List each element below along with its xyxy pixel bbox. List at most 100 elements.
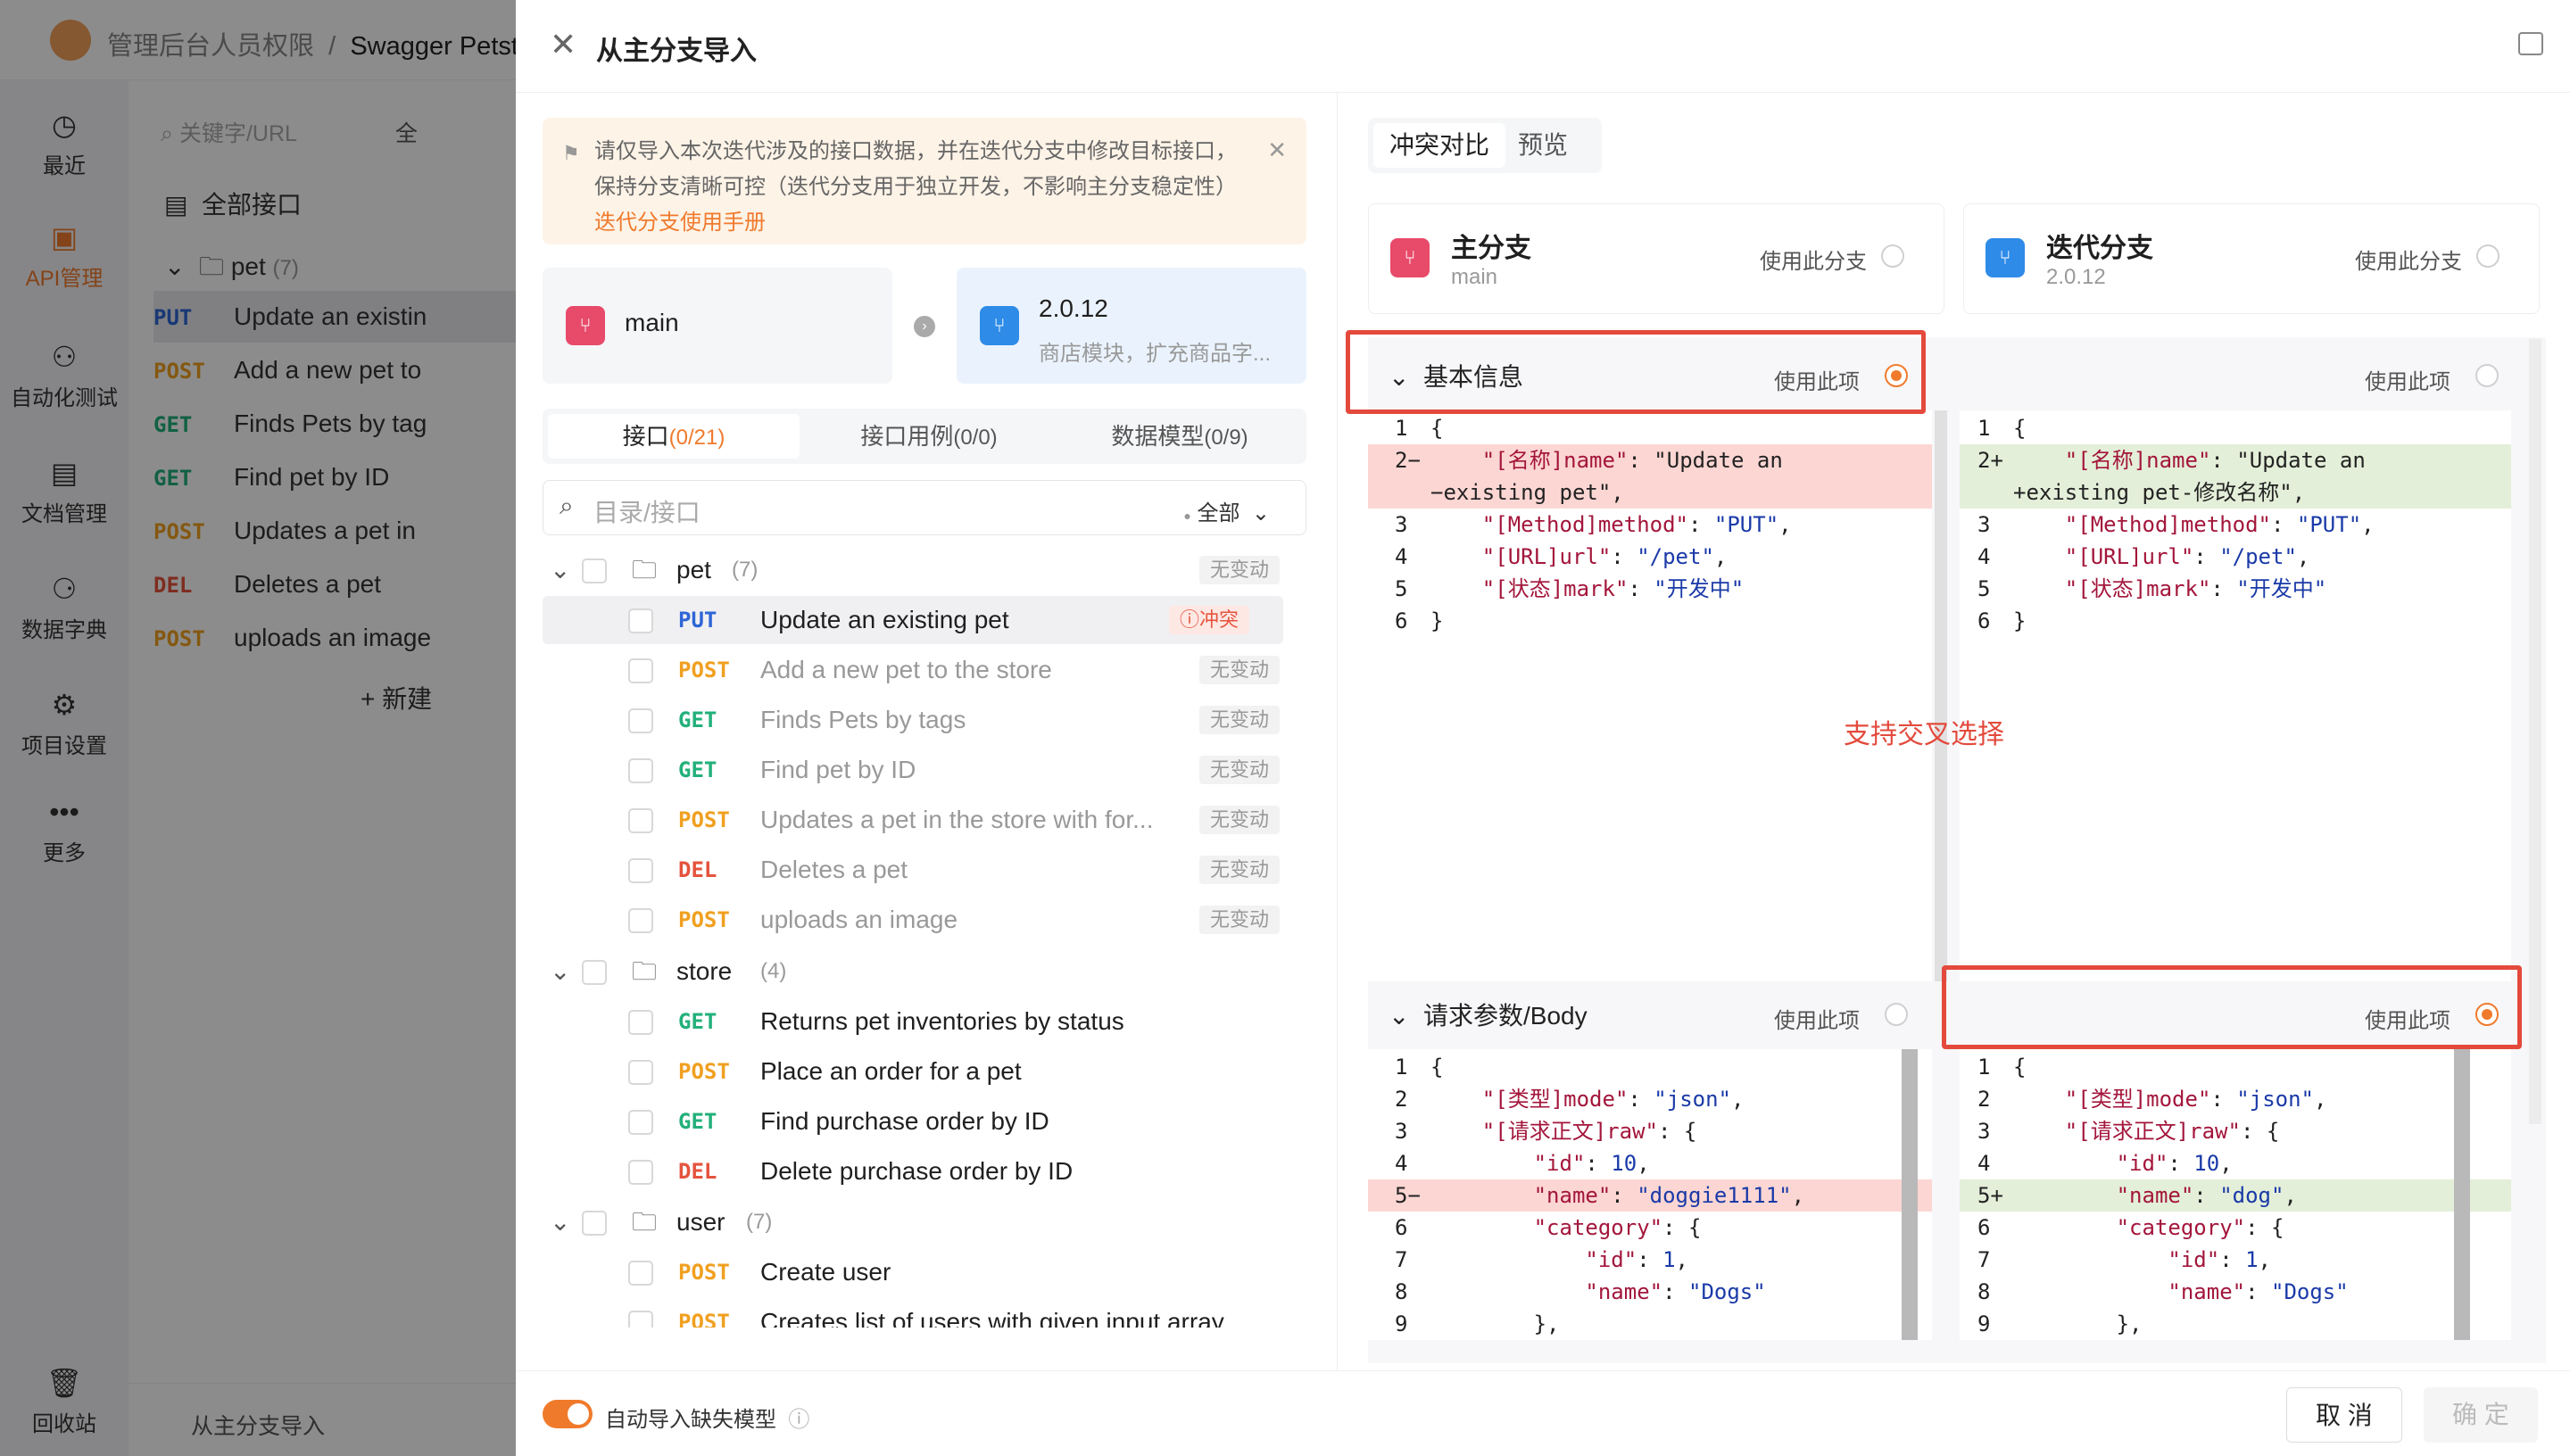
api-checkbox[interactable] <box>628 1060 653 1085</box>
api-checkbox[interactable] <box>628 908 653 933</box>
status-badge: ⓘ冲突 <box>1168 606 1249 634</box>
tree-search-placeholder: 目录/接口 <box>593 499 701 526</box>
line-number: 6 <box>1395 608 1408 633</box>
target-branch[interactable]: ⑂ 2.0.12 商店模块，扩充商品字... <box>957 268 1306 384</box>
folder-user[interactable]: ⌄ 🗀 user (7) <box>543 1198 1306 1246</box>
api-name: Create user <box>760 1258 891 1286</box>
left-scrollbar[interactable] <box>1935 410 1947 981</box>
line-number: 9 <box>1395 1311 1408 1336</box>
main-branch-title: 主分支 <box>1451 234 1531 263</box>
tree-api-row[interactable]: DEL Deletes a pet 无变动 <box>543 846 1306 894</box>
import-tabs: 接口(0/21) 接口用例(0/0) 数据模型(0/9) <box>543 409 1306 464</box>
status-badge: 无变动 <box>1198 906 1280 934</box>
tree-api-row[interactable]: DEL Delete purchase order by ID <box>543 1147 1306 1195</box>
tab-cases-label: 接口用例 <box>860 423 954 450</box>
tree-api-row[interactable]: POST Creates list of users with given inp… <box>543 1298 1306 1328</box>
method-badge: POST <box>678 1260 730 1285</box>
basic-left-code: 1 {2− "[名称]name": "Update an −existing pet… <box>1368 410 1932 981</box>
folder-checkbox[interactable] <box>582 960 607 985</box>
close-icon[interactable]: ✕ <box>550 29 576 61</box>
merge-icon: ⑂ <box>1390 238 1430 277</box>
source-branch-name: main <box>625 309 679 336</box>
tree-api-row[interactable]: POST uploads an image 无变动 <box>543 896 1306 944</box>
folder-pet[interactable]: ⌄ 🗀 pet (7) 无变动 <box>543 546 1306 594</box>
tab-cases-count: (0/0) <box>953 426 998 450</box>
body-left-code: 1 {2 "[类型]mode": "json", 3 "[请求正文]raw": {4… <box>1368 1049 1932 1340</box>
line-number: 1 <box>1395 1055 1408 1080</box>
api-checkbox[interactable] <box>628 658 653 683</box>
tab-preview[interactable]: 预览 <box>1502 123 1584 168</box>
body-left-scrollbar[interactable] <box>1902 1049 1918 1340</box>
api-checkbox[interactable] <box>628 608 653 633</box>
code-line: { <box>1430 1055 1444 1080</box>
code-line: } <box>1430 608 1444 633</box>
code-line: "[Method]method": "PUT", <box>2064 512 2375 537</box>
tree-api-row[interactable]: POST Create user <box>543 1248 1306 1296</box>
use-main-branch-radio[interactable] <box>1881 244 1904 268</box>
right-scrollbar[interactable] <box>2529 339 2541 1124</box>
use-main-branch-label: 使用此分支 <box>1760 250 1867 274</box>
use-iter-branch-radio[interactable] <box>2476 244 2500 268</box>
tab-models[interactable]: 数据模型(0/9) <box>1058 414 1301 459</box>
tab-apis-label: 接口 <box>622 423 669 450</box>
tree-search[interactable]: ⌕ 目录/接口 ● 全部 ⌄ <box>543 480 1306 535</box>
api-checkbox[interactable] <box>628 1010 653 1035</box>
tab-models-label: 数据模型 <box>1111 423 1205 450</box>
api-checkbox[interactable] <box>628 858 653 883</box>
api-checkbox[interactable] <box>628 1160 653 1185</box>
cancel-button[interactable]: 取 消 <box>2286 1387 2402 1443</box>
notice-banner: ⚑ 请仅导入本次迭代涉及的接口数据，并在迭代分支中修改目标接口，保持分支清晰可控… <box>543 118 1306 244</box>
method-badge: POST <box>678 907 730 932</box>
tree-api-row[interactable]: GET Finds Pets by tags 无变动 <box>543 696 1306 744</box>
help-icon[interactable]: ⓘ <box>788 1408 809 1432</box>
api-checkbox[interactable] <box>628 808 653 833</box>
confirm-button[interactable]: 确 定 <box>2424 1387 2538 1443</box>
method-badge: GET <box>678 1109 717 1134</box>
tree-api-row[interactable]: GET Returns pet inventories by status <box>543 997 1306 1046</box>
auto-import-label: 自动导入缺失模型 ⓘ <box>605 1402 809 1433</box>
folder-checkbox[interactable] <box>582 1211 607 1236</box>
status-badge: 无变动 <box>1198 556 1280 584</box>
filter-dropdown[interactable]: ● 全部 ⌄ <box>1183 495 1270 526</box>
tree-api-row[interactable]: PUT Update an existing pet ⓘ冲突 <box>543 596 1283 644</box>
body-right-scrollbar[interactable] <box>2454 1049 2470 1340</box>
target-branch-name: 2.0.12 <box>1039 294 1108 322</box>
chevron-down-icon[interactable]: ⌄ <box>550 1198 570 1246</box>
line-number: 4 <box>1977 544 1991 569</box>
tab-cases[interactable]: 接口用例(0/0) <box>803 414 1055 459</box>
panel-toggle-icon[interactable] <box>2518 32 2543 55</box>
folder-store[interactable]: ⌄ 🗀 store (4) <box>543 947 1306 996</box>
manual-link[interactable]: 迭代分支使用手册 <box>594 211 766 235</box>
notice-close-icon[interactable]: ✕ <box>1267 132 1287 168</box>
tree-api-row[interactable]: POST Updates a pet in the store with for.… <box>543 796 1306 844</box>
basic-use-right-radio[interactable] <box>2475 364 2499 387</box>
api-checkbox[interactable] <box>628 1261 653 1286</box>
folder-checkbox[interactable] <box>582 558 607 583</box>
tree-api-row[interactable]: POST Add a new pet to the store 无变动 <box>543 646 1306 694</box>
modal-overlay[interactable] <box>0 0 516 1456</box>
api-checkbox[interactable] <box>628 708 653 733</box>
status-badge: 无变动 <box>1198 856 1280 884</box>
api-checkbox[interactable] <box>628 1110 653 1135</box>
body-use-left-radio[interactable] <box>1885 1003 1908 1026</box>
api-checkbox[interactable] <box>628 1311 653 1328</box>
auto-import-toggle[interactable] <box>543 1400 593 1428</box>
tree-api-row[interactable]: POST Place an order for a pet <box>543 1047 1306 1096</box>
tab-conflict-compare[interactable]: 冲突对比 <box>1373 123 1506 168</box>
section-request-body[interactable]: ⌄ 请求参数/Body <box>1389 976 1588 1056</box>
tab-apis[interactable]: 接口(0/21) <box>548 414 800 459</box>
tree-api-row[interactable]: GET Find pet by ID 无变动 <box>543 746 1306 794</box>
chevron-down-icon[interactable]: ⌄ <box>550 546 570 594</box>
folder-count: (4) <box>760 959 787 983</box>
code-line: { <box>2013 1055 2027 1080</box>
code-line: "id": 1, <box>2168 1247 2271 1272</box>
code-line: "[名称]name": "Update an <box>2064 448 2366 473</box>
api-checkbox[interactable] <box>628 758 653 783</box>
code-line: "name": "Dogs" <box>2168 1279 2349 1304</box>
iter-branch-sub: 2.0.12 <box>2046 265 2106 289</box>
code-line: "[URL]url": "/pet", <box>2064 544 2310 569</box>
chevron-down-icon[interactable]: ⌄ <box>550 947 570 996</box>
drawer-footer: 自动导入缺失模型 ⓘ 取 消 确 定 <box>516 1370 2570 1456</box>
merge-icon: ⑂ <box>566 306 605 345</box>
tree-api-row[interactable]: GET Find purchase order by ID <box>543 1097 1306 1146</box>
